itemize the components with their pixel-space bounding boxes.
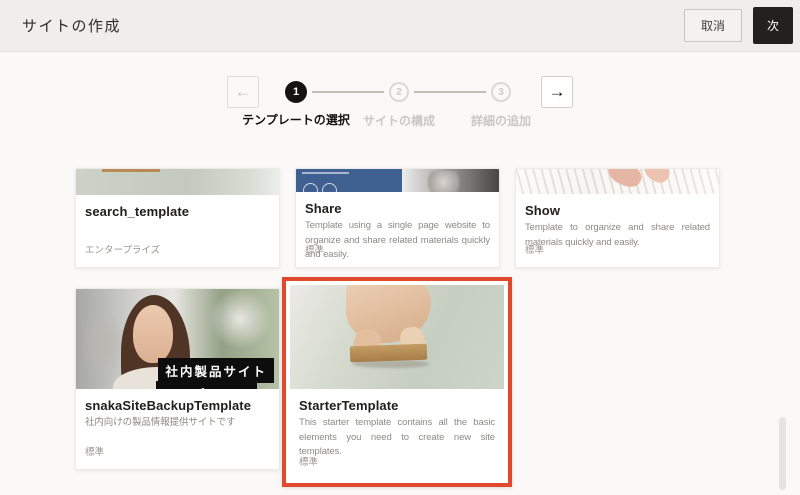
- background-blur-shape: [80, 309, 125, 379]
- template-title: Show: [516, 194, 719, 218]
- template-title: StarterTemplate: [290, 389, 504, 413]
- next-button[interactable]: 次: [753, 7, 793, 44]
- step-3-circle: 3: [491, 82, 511, 102]
- arrow-left-icon: ←: [235, 82, 252, 102]
- thumbnail-overlay-text: 社内製品サイト: [158, 358, 274, 383]
- template-description: 社内向けの製品情報提供サイトです: [76, 413, 279, 431]
- header-bar: サイトの作成 取消 次: [0, 0, 800, 52]
- thumbnail-portrait: [402, 169, 499, 192]
- wizard-stepper: ← 1 テンプレートの選択 2 サイトの構成 3 詳細の追加 →: [0, 76, 800, 146]
- stepper-back-button[interactable]: ←: [227, 76, 259, 108]
- template-thumbnail: [76, 169, 279, 195]
- step-connector: [414, 91, 486, 93]
- wood-block-shape: [102, 169, 160, 172]
- page-title: サイトの作成: [22, 15, 684, 36]
- circle-shape: [322, 183, 337, 192]
- template-card-share[interactable]: Share Template using a single page websi…: [295, 168, 500, 268]
- stepper-steps: 1 テンプレートの選択 2 サイトの構成 3 詳細の追加: [285, 81, 511, 103]
- step-1-label: テンプレートの選択: [242, 111, 350, 128]
- template-category: 標準: [525, 242, 544, 256]
- thumbnail-overlay-text: テンプレート: [156, 381, 257, 389]
- thumbnail-blue-panel: [296, 169, 402, 192]
- template-category: 標準: [299, 454, 318, 468]
- template-card-snaka-site-backup[interactable]: 社内製品サイト テンプレート snakaSiteBackupTemplate 社…: [75, 288, 280, 470]
- template-card-search-template[interactable]: search_template エンタープライズ: [75, 168, 280, 268]
- template-title: search_template: [76, 195, 279, 219]
- template-description: Template using a single page website to …: [296, 216, 499, 263]
- template-category: 標準: [305, 242, 324, 256]
- template-category: エンタープライズ: [85, 242, 160, 256]
- template-card-starter-template-selected[interactable]: StarterTemplate This starter template co…: [282, 277, 512, 487]
- circle-shape: [303, 183, 318, 192]
- arrow-right-icon: →: [549, 82, 566, 102]
- template-title: snakaSiteBackupTemplate: [76, 389, 279, 413]
- step-2-circle: 2: [389, 82, 409, 102]
- selected-card-inner: StarterTemplate This starter template co…: [290, 285, 504, 479]
- template-card-show[interactable]: Show Template to organize and share rela…: [515, 168, 720, 268]
- step-1-circle: 1: [285, 81, 307, 103]
- cancel-button[interactable]: 取消: [684, 9, 742, 42]
- face-shape: [427, 171, 460, 192]
- step-3-label: 詳細の追加: [471, 112, 531, 129]
- wood-block-shape: [350, 344, 428, 362]
- stepper-forward-button[interactable]: →: [541, 76, 573, 108]
- template-thumbnail: [296, 169, 499, 192]
- template-thumbnail: 社内製品サイト テンプレート: [76, 289, 279, 389]
- step-site-structure[interactable]: 2 サイトの構成: [389, 82, 409, 102]
- step-2-label: サイトの構成: [363, 112, 435, 129]
- face-shape: [133, 305, 174, 363]
- site-creation-dialog: サイトの作成 取消 次 ← 1 テンプレートの選択 2 サイトの構成 3 詳細の…: [0, 0, 800, 495]
- template-category: 標準: [85, 444, 104, 458]
- template-thumbnail: [516, 169, 719, 194]
- template-title: Share: [296, 192, 499, 216]
- thumbnail-text-line: [302, 172, 349, 174]
- step-template-selection[interactable]: 1 テンプレートの選択: [285, 81, 307, 103]
- template-description: Template to organize and share related m…: [516, 218, 719, 250]
- template-thumbnail: [290, 285, 504, 389]
- background-blur-shape: [210, 289, 271, 349]
- step-connector: [312, 91, 384, 93]
- step-add-details[interactable]: 3 詳細の追加: [491, 82, 511, 102]
- template-description: This starter template contains all the b…: [290, 413, 504, 460]
- vertical-scrollbar-thumb[interactable]: [779, 417, 786, 490]
